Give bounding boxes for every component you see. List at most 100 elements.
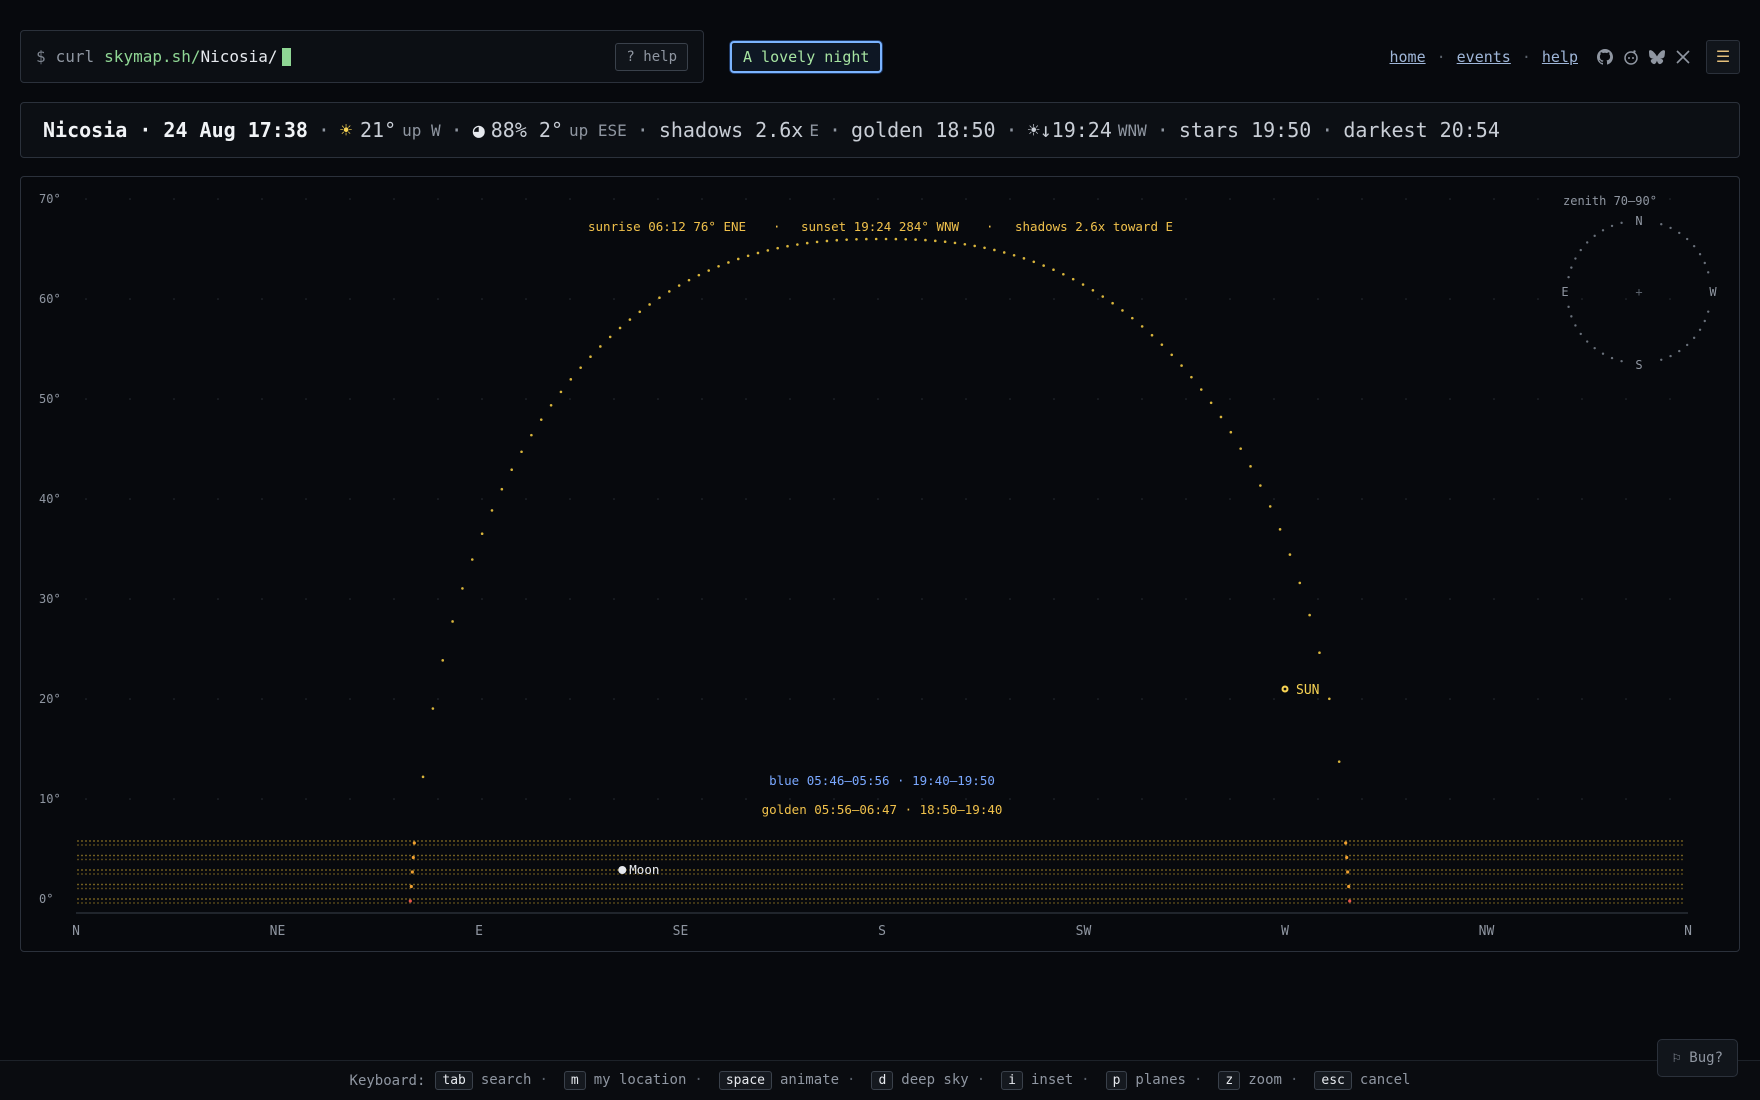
- grid-dot: [701, 498, 703, 500]
- grid-dot: [1317, 498, 1319, 500]
- sun-path-dot: [658, 296, 661, 300]
- horizon-texture-dot: [105, 858, 107, 861]
- reddit-icon[interactable]: [1622, 48, 1640, 66]
- horizon-texture-dot: [913, 844, 915, 846]
- horizon-texture-dot: [657, 883, 659, 886]
- horizon-texture-dot: [893, 883, 895, 886]
- horizon-texture-dot: [1269, 840, 1271, 842]
- nav-home-link[interactable]: home: [1390, 48, 1426, 66]
- horizon-texture-dot: [1365, 887, 1367, 890]
- horizon-texture-dot: [525, 873, 527, 875]
- horizon-texture-dot: [721, 840, 723, 842]
- horizon-texture-dot: [129, 858, 131, 861]
- horizon-texture-dot: [1653, 854, 1655, 857]
- horizon-texture-dot: [781, 840, 783, 842]
- horizon-texture-dot: [985, 840, 987, 842]
- grid-dot: [305, 598, 307, 600]
- x-icon[interactable]: [1674, 48, 1692, 66]
- horizon-texture-dot: [1049, 883, 1051, 886]
- horizon-texture-dot: [1569, 902, 1571, 904]
- horizon-texture-dot: [397, 869, 399, 871]
- horizon-texture-dot: [917, 898, 919, 900]
- horizon-texture-dot: [1253, 883, 1255, 886]
- horizon-texture-dot: [565, 858, 567, 861]
- horizon-texture-dot: [1389, 854, 1391, 857]
- horizon-texture-dot: [821, 840, 823, 842]
- bluesky-icon[interactable]: [1648, 48, 1666, 66]
- horizon-texture-dot: [829, 858, 831, 861]
- horizon-texture-dot: [1105, 902, 1107, 904]
- github-icon[interactable]: [1596, 48, 1614, 66]
- horizon-texture-dot: [153, 902, 155, 904]
- horizon-texture-dot: [173, 844, 175, 846]
- horizon-texture-dot: [1401, 902, 1403, 904]
- menu-button[interactable]: ☰: [1706, 40, 1740, 74]
- horizon-texture-dot: [941, 902, 943, 904]
- horizon-texture-dot: [1465, 902, 1467, 904]
- horizon-texture-dot: [677, 887, 679, 890]
- horizon-texture-dot: [653, 898, 655, 900]
- horizon-texture-dot: [1137, 869, 1139, 871]
- horizon-texture-dot: [1341, 898, 1343, 900]
- sky-chart[interactable]: 70° 60° 50° 40° 30° 20° 10° 0° N NE E SE S SW W NW N SUN M…: [20, 176, 1740, 952]
- horizon-texture-dot: [797, 883, 799, 886]
- help-button[interactable]: ? help: [615, 43, 688, 71]
- horizon-texture-dot: [325, 902, 327, 904]
- shortcut-key-esc[interactable]: esc: [1314, 1071, 1352, 1090]
- horizon-texture-dot: [481, 840, 483, 842]
- bug-report-button[interactable]: ⚐ Bug?: [1657, 1039, 1738, 1077]
- horizon-texture-dot: [869, 858, 871, 861]
- horizon-texture-dot: [1321, 873, 1323, 875]
- horizon-texture-dot: [489, 898, 491, 900]
- command-input[interactable]: $ curl skymap.sh/ Nicosia/ ? help: [20, 30, 704, 83]
- grid-dot: [1273, 298, 1275, 300]
- horizon-texture-dot: [437, 873, 439, 875]
- nav-events-link[interactable]: events: [1457, 48, 1511, 66]
- horizon-texture-dot: [129, 844, 131, 846]
- grid-dot: [1141, 398, 1143, 400]
- horizon-texture-dot: [997, 854, 999, 857]
- horizon-texture-dot: [801, 854, 803, 857]
- horizon-texture-dot: [1269, 869, 1271, 871]
- horizon-texture-dot: [333, 854, 335, 857]
- shortcut-key-z[interactable]: z: [1218, 1071, 1241, 1090]
- horizon-texture-dot: [1029, 898, 1031, 900]
- horizon-texture-dot: [289, 869, 291, 871]
- horizon-texture-dot: [533, 887, 535, 890]
- horizon-texture-dot: [449, 858, 451, 861]
- horizon-texture-dot: [1133, 883, 1135, 886]
- horizon-texture-dot: [377, 873, 379, 875]
- horizon-texture-dot: [473, 844, 475, 846]
- horizon-texture-dot: [329, 883, 331, 886]
- shortcut-key-space[interactable]: space: [718, 1071, 772, 1090]
- sun-path-dot: [1328, 697, 1331, 701]
- horizon-texture-dot: [617, 858, 619, 861]
- horizon-texture-dot: [369, 873, 371, 875]
- horizon-texture-dot: [765, 854, 767, 857]
- horizon-texture-dot: [345, 902, 347, 904]
- horizon-texture-dot: [149, 858, 151, 861]
- horizon-texture-dot: [1569, 883, 1571, 886]
- horizon-texture-dot: [797, 902, 799, 904]
- horizon-texture-dot: [849, 873, 851, 875]
- shortcut-key-p[interactable]: p: [1105, 1071, 1128, 1090]
- horizon-texture-dot: [813, 869, 815, 871]
- shortcut-key-m[interactable]: m: [563, 1071, 586, 1090]
- shortcut-key-tab[interactable]: tab: [435, 1071, 473, 1090]
- horizon-texture-dot: [669, 898, 671, 900]
- night-quality-badge[interactable]: A lovely night: [730, 41, 883, 73]
- grid-dot: [701, 798, 703, 800]
- shortcut-key-i[interactable]: i: [1001, 1071, 1023, 1090]
- shortcut-key-d[interactable]: d: [871, 1071, 894, 1090]
- zenith-ring-dot: [1574, 324, 1577, 327]
- horizon-texture-dot: [573, 844, 575, 846]
- horizon-texture-dot: [341, 844, 343, 846]
- horizon-texture-dot: [241, 902, 243, 904]
- horizon-texture-dot: [141, 898, 143, 900]
- horizon-texture-dot: [553, 898, 555, 900]
- horizon-texture-dot: [1633, 883, 1635, 886]
- horizon-texture-dot: [1121, 902, 1123, 904]
- horizon-texture-dot: [957, 898, 959, 900]
- nav-help-link[interactable]: help: [1542, 48, 1578, 66]
- horizon-texture-dot: [753, 840, 755, 842]
